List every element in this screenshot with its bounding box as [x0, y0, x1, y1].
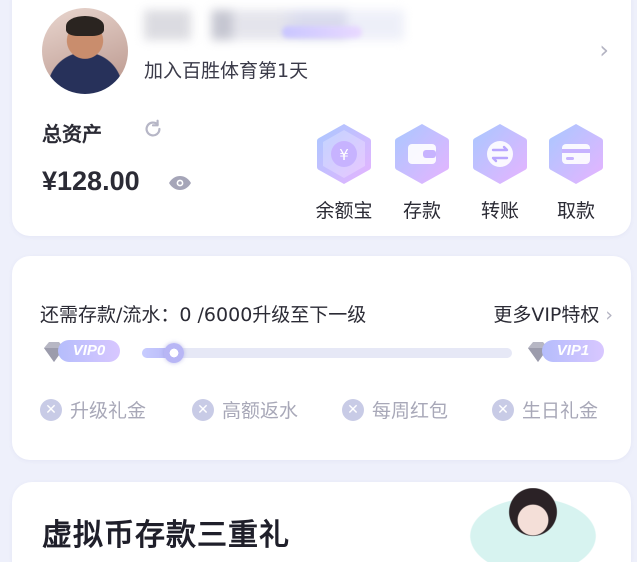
action-label: 转账: [480, 200, 519, 222]
more-vip-privileges-link[interactable]: 更多VIP特权 ›: [493, 300, 613, 327]
perk-label: 高额返水: [222, 400, 299, 422]
perk-label: 升级礼金: [70, 400, 147, 422]
action-label: 存款: [402, 200, 441, 222]
action-label: 余额宝: [315, 200, 373, 222]
eye-icon[interactable]: [168, 175, 192, 191]
refresh-icon[interactable]: [142, 118, 164, 140]
locked-x-icon: ✕: [192, 398, 214, 421]
perk-label: 每周红包: [372, 400, 449, 422]
chevron-right-icon[interactable]: ›: [599, 36, 609, 64]
vip-next-level: VIP1: [542, 340, 604, 362]
yuan-icon: ¥: [317, 124, 371, 184]
perk-item: ✕ 升级礼金: [40, 396, 146, 423]
total-assets-label: 总资产: [42, 122, 102, 146]
card-icon: [549, 124, 603, 184]
perk-item: ✕ 生日礼金: [492, 396, 598, 423]
perk-item: ✕ 每周红包: [342, 396, 448, 423]
vip-progress-bar: [142, 343, 512, 363]
more-vip-label: 更多VIP特权: [493, 304, 600, 326]
locked-x-icon: ✕: [40, 398, 62, 421]
vip-card: 还需存款/流水：0 /6000升级至下一级 更多VIP特权 › VIP0 VIP1…: [12, 256, 631, 460]
vip-upgrade-status: 还需存款/流水：0 /6000升级至下一级: [40, 304, 367, 326]
action-label: 取款: [556, 200, 595, 222]
promo-image: [453, 488, 613, 562]
action-transfer-button[interactable]: 转账: [468, 122, 532, 223]
join-days-label: 加入百胜体育第1天: [144, 60, 309, 82]
wallet-icon: [395, 124, 449, 184]
vip-progress-knob: [164, 343, 184, 363]
vip-current-level: VIP0: [58, 340, 120, 362]
perk-label: 生日礼金: [522, 400, 599, 422]
vip-current-badge: VIP0: [40, 338, 122, 366]
promo-banner[interactable]: 虚拟币存款三重礼: [12, 482, 631, 562]
action-deposit-button[interactable]: 存款: [390, 122, 454, 223]
vip-name-badge: [282, 26, 362, 38]
locked-x-icon: ✕: [492, 398, 514, 421]
avatar[interactable]: [42, 8, 128, 94]
profile-card: 加入百胜体育第1天 › 总资产 ¥128.00 ¥ 余额宝 存款 转账 取款: [12, 0, 631, 236]
locked-x-icon: ✕: [342, 398, 364, 421]
perk-item: ✕ 高额返水: [192, 396, 298, 423]
action-withdraw-button[interactable]: 取款: [544, 122, 608, 223]
action-yuebao-button[interactable]: ¥ 余额宝: [312, 122, 376, 223]
vip-next-badge: VIP1: [524, 338, 606, 366]
promo-title: 虚拟币存款三重礼: [42, 518, 290, 553]
transfer-icon: [473, 124, 527, 184]
svg-text:¥: ¥: [339, 146, 349, 164]
username-blurred: [144, 10, 404, 40]
chevron-right-icon: ›: [605, 304, 613, 326]
total-assets-amount: ¥128.00: [42, 166, 140, 196]
